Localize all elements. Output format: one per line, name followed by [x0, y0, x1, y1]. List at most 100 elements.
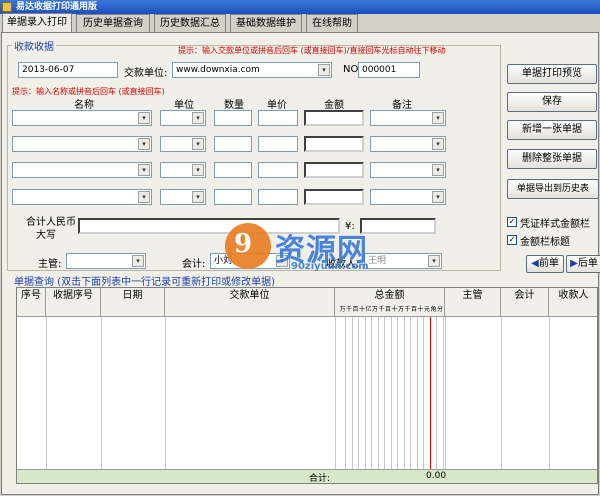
item-name-combo[interactable]: ▾ — [12, 162, 152, 178]
voucher-style-checkbox[interactable]: ✓ — [507, 217, 517, 227]
header-price: 单价 — [267, 100, 287, 111]
history-grid[interactable]: 序号 收据序号 日期 交款单位 总金额 万千百十亿万千百十万千百十元角分 主管 … — [16, 287, 598, 484]
chevron-down-icon[interactable]: ▾ — [138, 138, 150, 150]
prev-receipt-button[interactable]: ◀前单 — [526, 255, 564, 273]
digit-column-line — [436, 317, 437, 483]
item-price-field[interactable] — [258, 189, 298, 205]
item-price-field[interactable] — [258, 136, 298, 152]
chevron-down-icon[interactable]: ▾ — [192, 112, 204, 124]
item-unit-combo[interactable]: ▾ — [160, 189, 206, 205]
export-history-button[interactable]: 单据导出到历史表 — [507, 179, 599, 199]
item-amount-field[interactable] — [304, 110, 364, 126]
grid-column-line — [165, 317, 166, 483]
grid-footer: 合计: 0.00 — [17, 469, 597, 484]
chevron-down-icon[interactable]: ▾ — [192, 138, 204, 150]
col-header-date[interactable]: 日期 — [101, 288, 165, 317]
col-header-accountant[interactable]: 会计 — [501, 288, 549, 317]
window-title: 易达收据打印通用版 — [16, 2, 98, 12]
payer-combo[interactable]: www.downxia.com ▾ — [172, 62, 332, 78]
chevron-down-icon[interactable]: ▾ — [192, 191, 204, 203]
watermark-url: 90ziyuan.com — [291, 261, 369, 272]
chevron-down-icon[interactable]: ▾ — [138, 191, 150, 203]
check-icon: ✓ — [508, 235, 516, 244]
digit-column-line — [403, 317, 405, 483]
tab-history-summary[interactable]: 历史数据汇总 — [154, 14, 226, 32]
title-bar: 易达收据打印通用版 — [0, 0, 600, 14]
item-note-combo[interactable]: ▾ — [370, 110, 446, 126]
item-amount-field[interactable] — [304, 162, 364, 178]
item-amount-field[interactable] — [304, 136, 364, 152]
item-qty-field[interactable] — [214, 162, 252, 178]
col-header-payer[interactable]: 交款单位 — [165, 288, 335, 317]
item-qty-field[interactable] — [214, 136, 252, 152]
item-price-field[interactable] — [258, 110, 298, 126]
col-header-receipt-no[interactable]: 收据序号 — [46, 288, 101, 317]
voucher-style-label: 凭证样式金额栏 — [520, 219, 590, 230]
digit-column-line — [371, 317, 372, 483]
new-receipt-button[interactable]: 新增一张单据 — [507, 120, 597, 140]
header-note: 备注 — [392, 100, 412, 111]
next-receipt-button[interactable]: ▶后单 — [566, 255, 600, 273]
tab-history-query[interactable]: 历史单据查询 — [76, 14, 150, 32]
chevron-down-icon[interactable]: ▾ — [432, 138, 444, 150]
item-name-combo[interactable]: ▾ — [12, 189, 152, 205]
digit-header: 分 — [436, 306, 443, 313]
grid-column-line — [549, 317, 550, 483]
col-header-total[interactable]: 总金额 万千百十亿万千百十万千百十元角分 — [335, 288, 445, 317]
chevron-down-icon[interactable]: ▾ — [428, 255, 440, 267]
item-qty-field[interactable] — [214, 189, 252, 205]
chevron-down-icon[interactable]: ▾ — [138, 164, 150, 176]
prev-label: 前单 — [538, 258, 559, 269]
item-unit-combo[interactable]: ▾ — [160, 110, 206, 126]
print-preview-button[interactable]: 单据打印预览 — [507, 64, 597, 84]
date-field[interactable]: 2013-06-07 — [18, 62, 118, 78]
manager-label: 主管: — [38, 259, 62, 270]
query-section-title: 单据查询 (双击下面列表中一行记录可重新打印或修改单据) — [12, 273, 277, 288]
digit-column-line — [397, 317, 398, 483]
app-icon — [2, 2, 12, 12]
item-name-combo[interactable]: ▾ — [12, 136, 152, 152]
digit-column-line — [416, 317, 418, 483]
grid-column-line — [445, 317, 446, 483]
save-button[interactable]: 保存 — [507, 92, 597, 112]
col-header-collector[interactable]: 收款人 — [549, 288, 597, 317]
digit-column-line — [364, 317, 366, 483]
item-price-field[interactable] — [258, 162, 298, 178]
amount-title-checkbox[interactable]: ✓ — [507, 235, 517, 245]
hint-top: 提示：输入交款单位或拼音后回车 (或直接回车)/直接回车光标自动往下移动 — [178, 46, 446, 55]
tab-online-help[interactable]: 在线帮助 — [306, 14, 358, 32]
yuan-separator-line — [429, 317, 431, 483]
payer-value: www.downxia.com — [176, 65, 260, 75]
chevron-down-icon[interactable]: ▾ — [132, 255, 144, 267]
digit-column-line — [442, 317, 444, 483]
chevron-down-icon[interactable]: ▾ — [432, 164, 444, 176]
chevron-down-icon[interactable]: ▾ — [432, 191, 444, 203]
item-name-combo[interactable]: ▾ — [12, 110, 152, 126]
item-amount-field[interactable] — [304, 189, 364, 205]
digit-column-line — [390, 317, 392, 483]
footer-total-label: 合计: — [309, 474, 331, 484]
grid-column-line — [101, 317, 102, 483]
receipt-group-title: 收款收据 — [12, 38, 56, 53]
receipt-number-field[interactable]: 000001 — [358, 62, 420, 78]
chevron-down-icon[interactable]: ▾ — [138, 112, 150, 124]
item-note-combo[interactable]: ▾ — [370, 189, 446, 205]
item-qty-field[interactable] — [214, 110, 252, 126]
tab-entry-print[interactable]: 单据录入打印 — [2, 13, 72, 33]
item-unit-combo[interactable]: ▾ — [160, 136, 206, 152]
arrow-left-icon: ◀ — [531, 258, 539, 269]
item-note-combo[interactable]: ▾ — [370, 136, 446, 152]
chevron-down-icon[interactable]: ▾ — [192, 164, 204, 176]
payer-label: 交款单位: — [124, 68, 168, 79]
item-unit-combo[interactable]: ▾ — [160, 162, 206, 178]
digit-column-line — [423, 317, 424, 483]
item-note-combo[interactable]: ▾ — [370, 162, 446, 178]
col-header-index[interactable]: 序号 — [17, 288, 46, 317]
tab-base-data[interactable]: 基础数据维护 — [230, 14, 302, 32]
grid-header: 序号 收据序号 日期 交款单位 总金额 万千百十亿万千百十万千百十元角分 主管 … — [17, 288, 597, 317]
chevron-down-icon[interactable]: ▾ — [432, 112, 444, 124]
col-header-manager[interactable]: 主管 — [445, 288, 501, 317]
chevron-down-icon[interactable]: ▾ — [318, 64, 330, 76]
manager-combo[interactable]: ▾ — [66, 253, 146, 269]
delete-receipt-button[interactable]: 删除整张单据 — [507, 149, 597, 169]
